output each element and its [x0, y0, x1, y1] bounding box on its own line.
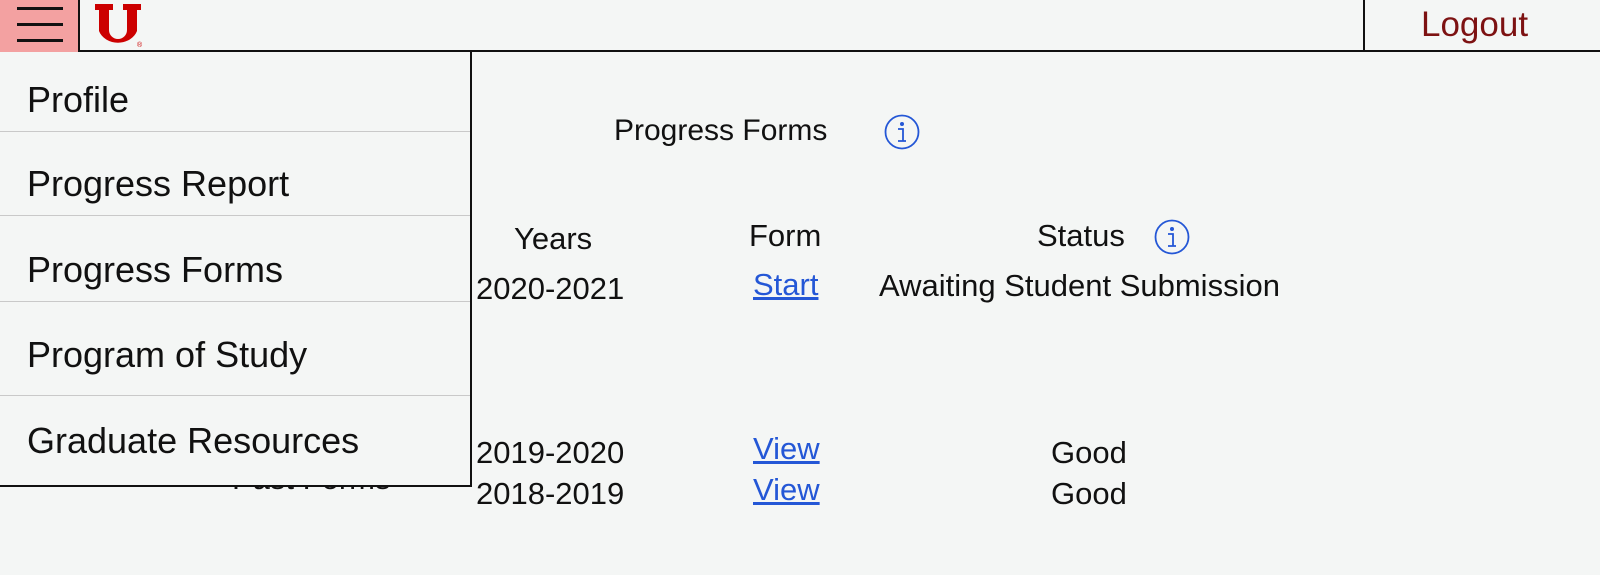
view-form-link[interactable]: View [753, 472, 820, 508]
status-info-icon[interactable] [1154, 219, 1190, 255]
menu-item-label: Graduate Resources [27, 420, 360, 461]
current-form-years: 2020-2021 [476, 271, 625, 306]
menu-item-profile[interactable]: Profile [0, 52, 470, 132]
past-form-years: 2018-2019 [476, 476, 625, 511]
top-header: ® Logout [0, 0, 1600, 52]
menu-item-graduate-resources[interactable]: Graduate Resources [0, 396, 470, 485]
logout-cell: Logout [1363, 0, 1600, 52]
column-header-form: Form [749, 218, 822, 253]
past-form-status: Good [1051, 435, 1127, 470]
current-form-status: Awaiting Student Submission [879, 268, 1280, 303]
past-form-status: Good [1051, 476, 1127, 511]
menu-item-label: Program of Study [27, 334, 308, 375]
page: Progress Forms Years Form Status 2020-20… [0, 0, 1600, 575]
menu-item-progress-report[interactable]: Progress Report [0, 132, 470, 216]
menu-toggle-button[interactable] [0, 0, 80, 52]
column-header-years: Years [514, 221, 593, 256]
menu-item-progress-forms[interactable]: Progress Forms [0, 216, 470, 302]
menu-item-label: Profile [27, 79, 130, 120]
column-header-status: Status [1037, 218, 1125, 253]
start-form-link[interactable]: Start [753, 267, 818, 303]
past-form-years: 2019-2020 [476, 435, 625, 470]
page-title: Progress Forms [614, 114, 828, 147]
hamburger-icon [17, 7, 63, 43]
view-form-link[interactable]: View [753, 431, 820, 467]
menu-item-label: Progress Report [27, 163, 290, 204]
menu-item-label: Progress Forms [27, 249, 284, 290]
logout-button[interactable]: Logout [1421, 5, 1528, 45]
navigation-menu: Profile Progress Report Progress Forms P… [0, 52, 472, 487]
menu-item-program-of-study[interactable]: Program of Study [0, 302, 470, 396]
svg-text:®: ® [137, 41, 143, 48]
university-logo: ® [95, 4, 143, 48]
info-icon[interactable] [884, 114, 920, 150]
